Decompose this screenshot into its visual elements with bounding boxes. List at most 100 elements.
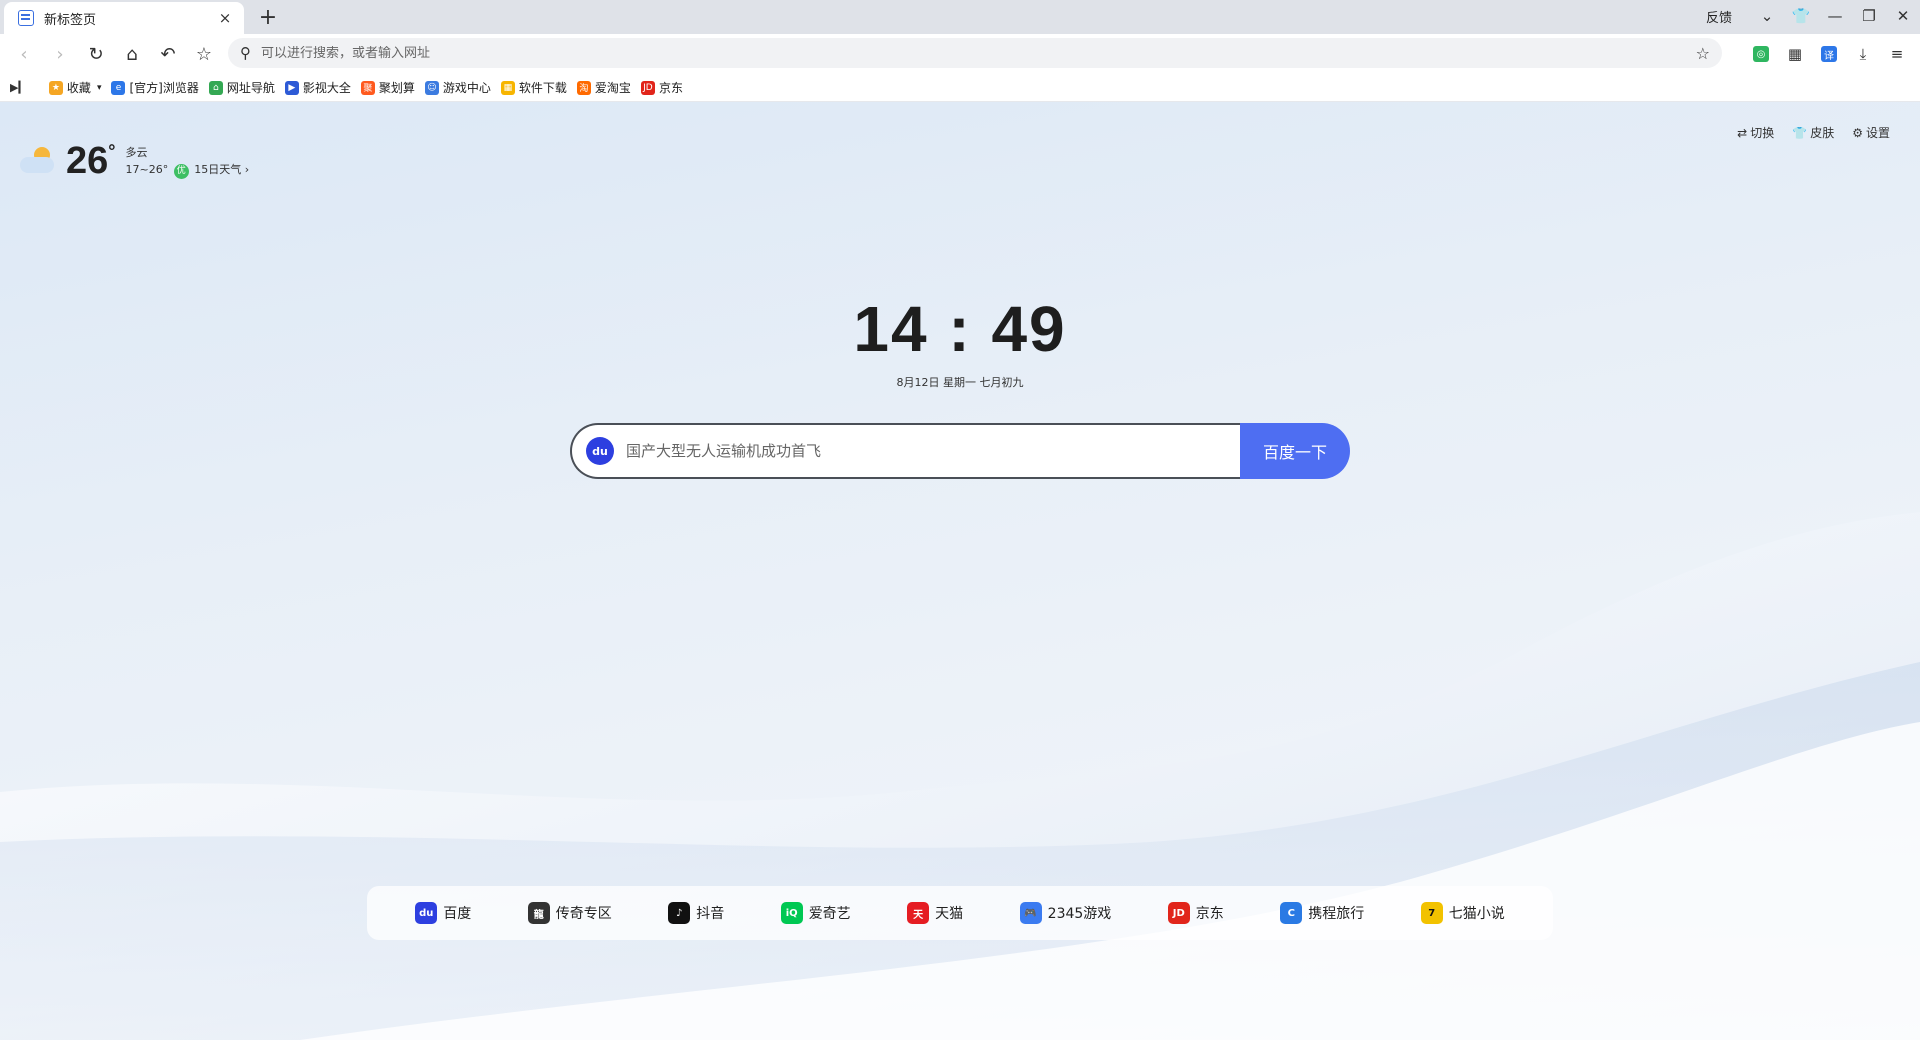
new-tab-button[interactable]: + [256,5,280,30]
weather-info: 多云 17~26° 优 15日天气 › [125,144,249,179]
bookmark-item[interactable]: ☺ 游戏中心 [424,79,491,96]
top-actions: ⇄ 切换 👕 皮肤 ⚙ 设置 [1737,124,1890,141]
bookmark-label: 收藏 [66,81,91,95]
quick-link-qimao[interactable]: 7 七猫小说 [1420,902,1505,924]
tab-title: 新标签页 [44,12,97,28]
bookmark-label: 爱淘宝 [594,81,631,95]
feedback-button[interactable]: 反馈 [1706,7,1732,26]
window-controls: 反馈 ⌄ 👕 — ❐ ✕ [1706,0,1920,32]
juhuasuan-icon: 聚 [360,80,375,95]
chevron-right-icon: › [244,162,250,176]
bookmark-item[interactable]: JD 京东 [640,79,683,96]
search-icon: ⚲ [240,44,251,62]
aitaobao-icon: 淘 [576,80,591,95]
bookmark-item[interactable]: ⌂ 网址导航 [208,79,275,96]
home-icon: ⌂ [208,80,223,95]
bookmark-item[interactable]: 聚聚划算 [360,79,415,96]
weather-widget[interactable]: 26° 多云 17~26° 优 15日天气 › [20,142,249,180]
shirt-icon[interactable]: 👕 [1784,0,1818,32]
quick-link-label: 百度 [443,906,472,922]
quick-link-label: 京东 [1195,906,1224,922]
quick-link-chuanqi[interactable]: 龍传奇专区 [527,902,612,924]
switch-button[interactable]: ⇄ 切换 [1737,124,1774,141]
bookmark-item[interactable]: ▦ 软件下载 [500,79,567,96]
quick-link-2345-games[interactable]: 🎮 2345游戏 [1019,902,1112,924]
bookmark-label: 影视大全 [302,81,351,95]
bookmarks-bar: ▶▎ ★ 收藏 ▾ e [官方]浏览器 ⌂ 网址导航 ▶ 影视大全 聚聚划算 ☺ 游戏中心 … [0,74,1920,102]
chuanqi-icon: 龍 [527,902,550,924]
grid-apps-icon[interactable]: ▦ [1780,39,1810,69]
download-icon[interactable]: ⤓ [1848,39,1878,69]
bookmark-label: 聚划算 [378,81,415,95]
quick-link-baidu[interactable]: du 百度 [415,902,471,924]
browser-icon: e [111,80,126,95]
quick-link-label: 天猫 [935,906,964,922]
minimize-button[interactable]: — [1818,0,1852,32]
bookmark-item[interactable]: 淘爱淘宝 [576,79,631,96]
menu-icon[interactable]: ≡ [1882,39,1912,69]
sidebar-toggle-icon[interactable]: ▶▎ [10,81,27,94]
settings-label: 设置 [1865,126,1890,140]
toolbar: ‹ › ↻ ⌂ ↶ ☆ ⚲ ☆ ◎ ▦ 译 ⤓ ≡ [0,34,1920,74]
bookmark-item[interactable]: ★ 收藏 ▾ [48,79,102,96]
back-button[interactable]: ‹ [6,38,42,70]
quick-link-iqiyi[interactable]: iQ 爱奇艺 [780,902,851,924]
reload-button[interactable]: ↻ [78,38,114,70]
baidu-search-button[interactable]: 百度一下 [1240,423,1350,479]
switch-label: 切换 [1750,126,1775,140]
restore-button[interactable]: ❐ [1852,0,1886,32]
skin-button[interactable]: 👕 皮肤 [1792,124,1834,141]
translate-icon[interactable]: 译 [1814,39,1844,69]
bookmark-label: [官方]浏览器 [129,81,199,95]
baidu-logo-icon[interactable]: du [586,437,614,465]
tab-new-tab-page[interactable]: 新标签页 × [4,2,244,34]
favorites-star-icon[interactable]: ☆ [186,38,222,70]
degree-sign: ° [108,141,116,161]
game-icon: ☺ [424,80,439,95]
green-extension-icon[interactable]: ◎ [1746,39,1776,69]
forecast-link[interactable]: 15日天气 [194,163,241,176]
temperature-range: 17~26° [125,162,169,176]
quick-link-ctrip[interactable]: C 携程旅行 [1280,902,1364,924]
ctrip-icon: C [1280,902,1303,924]
tab-close-button[interactable]: × [216,9,234,27]
skin-label: 皮肤 [1810,126,1835,140]
bookmark-item[interactable]: ▶ 影视大全 [284,79,351,96]
tmall-icon: 天 [907,902,930,924]
home-button[interactable]: ⌂ [114,38,150,70]
search-input[interactable] [626,442,1240,460]
chevron-down-icon[interactable]: ▾ [97,83,102,93]
address-bar[interactable]: ⚲ ☆ [228,38,1722,68]
temperature: 26° [66,142,115,180]
new-tab-page-icon [18,10,34,26]
gamepad-icon: 🎮 [1019,902,1042,924]
star-icon: ★ [48,80,63,95]
undo-button[interactable]: ↶ [150,38,186,70]
close-window-button[interactable]: ✕ [1886,0,1920,32]
partly-cloudy-icon [20,147,56,175]
bookmark-item[interactable]: e [官方]浏览器 [111,79,199,96]
video-icon: ▶ [284,80,299,95]
quick-link-tmall[interactable]: 天天猫 [907,902,963,924]
bookmark-label: 网址导航 [226,81,275,95]
extension-icons: ◎ ▦ 译 ⤓ ≡ [1746,38,1912,70]
search-box[interactable]: du [570,423,1240,479]
quick-link-douyin[interactable]: ♪ 抖音 [668,902,724,924]
forward-button[interactable]: › [42,38,78,70]
douyin-icon: ♪ [668,902,691,924]
air-quality-badge: 优 [173,163,189,179]
quick-link-label: 七猫小说 [1448,906,1505,922]
tab-strip: 新标签页 × + 反馈 ⌄ 👕 — ❐ ✕ [0,0,1920,34]
bookmark-star-icon[interactable]: ☆ [1696,44,1710,63]
bookmark-label: 软件下载 [518,81,567,95]
address-input[interactable] [261,45,1696,61]
shirt-icon: 👕 [1792,126,1808,140]
weather-condition: 多云 [125,145,148,159]
gear-icon: ⚙ [1852,126,1863,140]
settings-button[interactable]: ⚙ 设置 [1852,124,1890,141]
chevron-down-icon[interactable]: ⌄ [1750,0,1784,32]
quick-link-label: 2345游戏 [1047,906,1112,922]
clock-date: 8月12日 星期一 七月初九 [896,376,1024,389]
quick-link-jd[interactable]: JD 京东 [1167,902,1224,924]
quick-link-label: 携程旅行 [1308,906,1365,922]
